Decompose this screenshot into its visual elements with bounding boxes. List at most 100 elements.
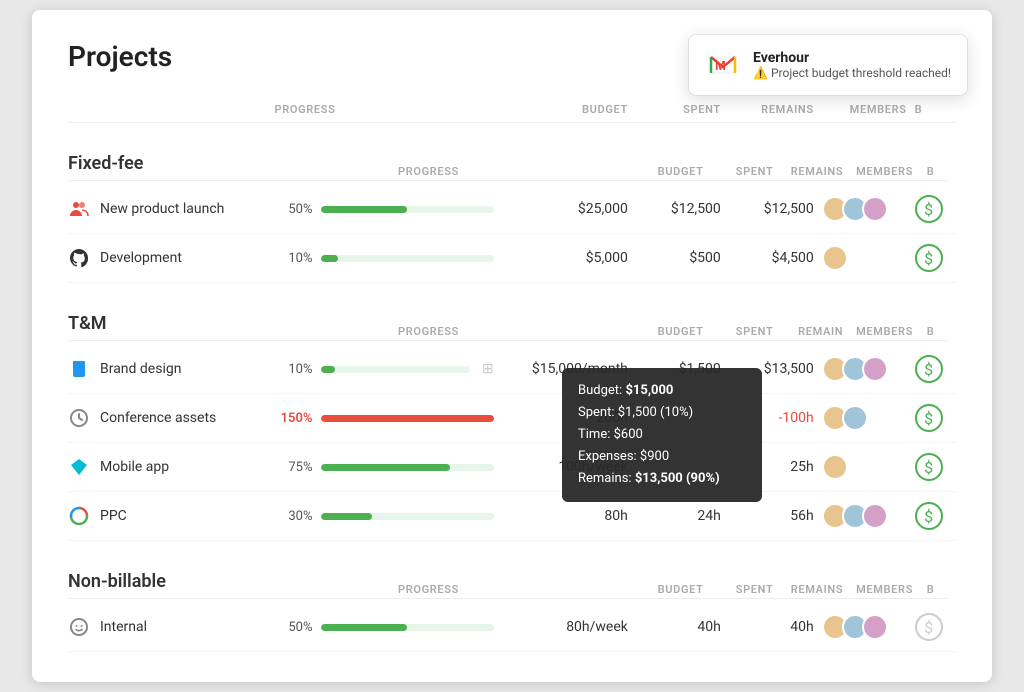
spent-cell: $500: [636, 234, 729, 283]
col-remains-label: REMAINS: [773, 165, 843, 178]
col-remains-label: REMAIN: [773, 325, 843, 338]
avatar: [822, 245, 848, 271]
budget-btn-cell[interactable]: $: [915, 603, 956, 652]
project-name-cell: Brand design: [68, 345, 275, 394]
project-name: Conference assets: [100, 410, 216, 426]
col-members-label: MEMBERS: [843, 325, 913, 338]
col-budget-label: BUDGET: [590, 583, 703, 596]
notification-text: Everhour ⚠️ Project budget threshold rea…: [753, 50, 951, 80]
project-icon-bookmark: [68, 358, 90, 380]
avatars: [822, 245, 907, 271]
avatars: [822, 503, 907, 529]
budget-button[interactable]: $: [915, 195, 943, 223]
remains-cell: 25h: [729, 443, 822, 492]
progress-cell: 150%: [275, 394, 502, 443]
section-non-billable: Non-billable PROGRESS BUDGET SPENT REMAI…: [68, 541, 956, 604]
col-members-label: MEMBERS: [843, 165, 913, 178]
budget-button[interactable]: $: [915, 613, 943, 641]
section-label: Fixed-fee: [68, 153, 143, 174]
avatars: [822, 356, 907, 382]
col-b-label: B: [913, 325, 948, 338]
notification-brand: Everhour: [753, 50, 951, 66]
progress-pct: 75%: [275, 460, 313, 475]
project-row-new-product-launch: New product launch 50% $25,000 $12,500 $…: [68, 185, 956, 234]
members-cell: [822, 394, 915, 443]
spent-cell: 24h: [636, 492, 729, 541]
progress-pct: 50%: [275, 202, 313, 217]
remains-cell: -100h: [729, 394, 822, 443]
members-cell: [822, 603, 915, 652]
col-b-label: B: [913, 165, 948, 178]
progress-pct: 150%: [275, 411, 313, 426]
budget-button[interactable]: $: [915, 453, 943, 481]
col-members-label: MEMBERS: [843, 583, 913, 596]
progress-pct: 50%: [275, 620, 313, 635]
avatar: [862, 503, 888, 529]
project-icon-time: [68, 407, 90, 429]
project-name: PPC: [100, 508, 127, 524]
remains-cell: 40h: [729, 603, 822, 652]
progress-bar-track: [321, 366, 470, 373]
projects-table: PROGRESS BUDGET SPENT REMAINS MEMBERS B …: [68, 97, 956, 652]
progress-bar-fill: [321, 624, 408, 631]
progress-pct: 10%: [275, 362, 313, 377]
spent-cell: $1,500: [636, 345, 729, 394]
budget-btn-cell[interactable]: $: [915, 234, 956, 283]
col-header-spent-ff: SPENT: [636, 97, 729, 123]
project-name: Internal: [100, 619, 147, 635]
budget-cell: $15,000/month: [502, 345, 636, 394]
members-cell: [822, 443, 915, 492]
progress-bar-track: [321, 464, 494, 471]
notification-message: ⚠️ Project budget threshold reached!: [753, 66, 951, 80]
progress-bar-fill: [321, 206, 408, 213]
avatar: [862, 614, 888, 640]
col-progress-label: PROGRESS: [398, 325, 590, 338]
budget-cell: 80h: [502, 492, 636, 541]
project-name-cell: Internal: [68, 603, 275, 652]
budget-btn-cell[interactable]: $: [915, 394, 956, 443]
project-icon-diamond: [68, 456, 90, 478]
budget-button[interactable]: $: [915, 355, 943, 383]
spent-cell: [636, 443, 729, 492]
section-label-cell: T&M PROGRESS BUDGET SPENT REMAIN MEMBERS…: [68, 283, 956, 346]
project-name: New product launch: [100, 201, 224, 217]
project-name-cell: Conference assets: [68, 394, 275, 443]
budget-button[interactable]: $: [915, 244, 943, 272]
col-budget-label: BUDGET: [590, 165, 703, 178]
progress-cell: 50%: [275, 185, 502, 234]
budget-btn-cell[interactable]: $: [915, 443, 956, 492]
avatars: [822, 405, 907, 431]
project-name-cell: Development: [68, 234, 275, 283]
col-spent-label: SPENT: [704, 583, 774, 596]
avatar: [842, 405, 868, 431]
spent-cell: $12,500: [636, 185, 729, 234]
avatar: [862, 356, 888, 382]
remains-cell: $12,500: [729, 185, 822, 234]
budget-btn-cell[interactable]: $: [915, 492, 956, 541]
avatars: [822, 454, 907, 480]
progress-bar-fill: [321, 255, 338, 262]
members-cell: [822, 345, 915, 394]
avatar: [822, 454, 848, 480]
project-row-brand-design: Brand design 10% ⊞ $15,000/month $1,500 …: [68, 345, 956, 394]
progress-bar-track: [321, 513, 494, 520]
budget-button[interactable]: $: [915, 404, 943, 432]
budget-cell: 100h/week: [502, 443, 636, 492]
section-label-cell: Fixed-fee PROGRESS BUDGET SPENT REMAINS …: [68, 123, 956, 186]
project-row-development: Development 10% $5,000 $500 $4,500 $: [68, 234, 956, 283]
budget-button[interactable]: $: [915, 502, 943, 530]
progress-bar-track: [321, 255, 494, 262]
col-spent-label: SPENT: [704, 165, 774, 178]
budget-cell: 200h: [502, 394, 636, 443]
project-row-ppc: PPC 30% 80h 24h 56h $: [68, 492, 956, 541]
budget-cell: $25,000: [502, 185, 636, 234]
budget-btn-cell[interactable]: $: [915, 345, 956, 394]
progress-cell: 50%: [275, 603, 502, 652]
project-row-internal: Internal 50% 80h/week 40h 40h $: [68, 603, 956, 652]
project-icon-circle-smile: [68, 616, 90, 638]
progress-cell: 75%: [275, 443, 502, 492]
col-header-members-ff: MEMBERS: [822, 97, 915, 123]
section-tm: T&M PROGRESS BUDGET SPENT REMAIN MEMBERS…: [68, 283, 956, 346]
progress-cell: 10% ⊞: [275, 345, 502, 394]
budget-btn-cell[interactable]: $: [915, 185, 956, 234]
